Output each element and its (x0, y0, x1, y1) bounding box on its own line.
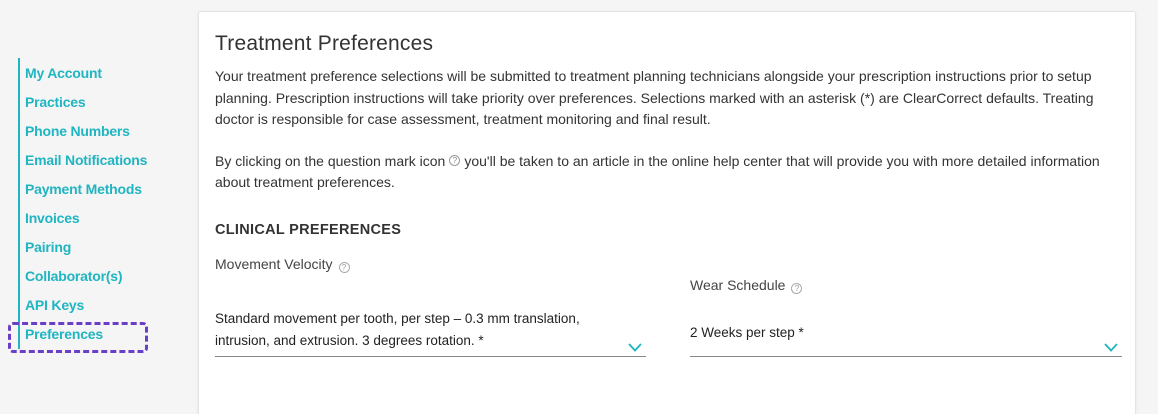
sidebar-item-phone-numbers[interactable]: Phone Numbers (25, 117, 147, 146)
question-mark-icon: ? (449, 154, 461, 166)
sidebar-item-pairing[interactable]: Pairing (25, 233, 147, 262)
sidebar-item-my-account[interactable]: My Account (25, 59, 147, 88)
sidebar-item-invoices[interactable]: Invoices (25, 204, 147, 233)
help-text: By clicking on the question mark icon? yo… (215, 151, 1125, 194)
chevron-down-icon (1104, 342, 1118, 352)
sidebar-item-api-keys[interactable]: API Keys (25, 291, 147, 320)
movement-velocity-label-text: Movement Velocity (215, 255, 333, 272)
page-title: Treatment Preferences (215, 32, 434, 55)
sidebar-item-practices[interactable]: Practices (25, 88, 147, 117)
movement-velocity-help-icon[interactable]: ? (338, 261, 350, 273)
wear-schedule-label: Wear Schedule? (690, 276, 803, 294)
clinical-preferences-heading: CLINICAL PREFERENCES (215, 221, 402, 238)
sidebar-item-payment-methods[interactable]: Payment Methods (25, 175, 147, 204)
movement-velocity-label: Movement Velocity? (215, 256, 350, 273)
movement-velocity-value: Standard movement per tooth, per step – … (215, 310, 580, 348)
clinical-preferences-fields: Movement Velocity? Standard movement per… (215, 238, 1122, 358)
intro-text: Your treatment preference selections wil… (215, 68, 1094, 127)
movement-velocity-select[interactable]: Standard movement per tooth, per step – … (215, 308, 646, 357)
wear-schedule-value: 2 Weeks per step * (690, 324, 804, 340)
wear-schedule-help-icon[interactable]: ? (791, 282, 803, 294)
chevron-down-icon (628, 342, 642, 352)
account-sidebar: My Account Practices Phone Numbers Email… (18, 58, 147, 349)
sidebar-item-collaborators[interactable]: Collaborator(s) (25, 262, 147, 291)
wear-schedule-select[interactable]: 2 Weeks per step * (690, 322, 1122, 357)
help-text-before: By clicking on the question mark icon (215, 152, 446, 169)
wear-schedule-label-text: Wear Schedule (690, 276, 786, 293)
treatment-preferences-card: Treatment Preferences Your treatment pre… (198, 11, 1136, 414)
sidebar-item-preferences[interactable]: Preferences (25, 320, 147, 349)
sidebar-item-email-notifications[interactable]: Email Notifications (25, 146, 147, 175)
page: My Account Practices Phone Numbers Email… (0, 0, 1158, 414)
